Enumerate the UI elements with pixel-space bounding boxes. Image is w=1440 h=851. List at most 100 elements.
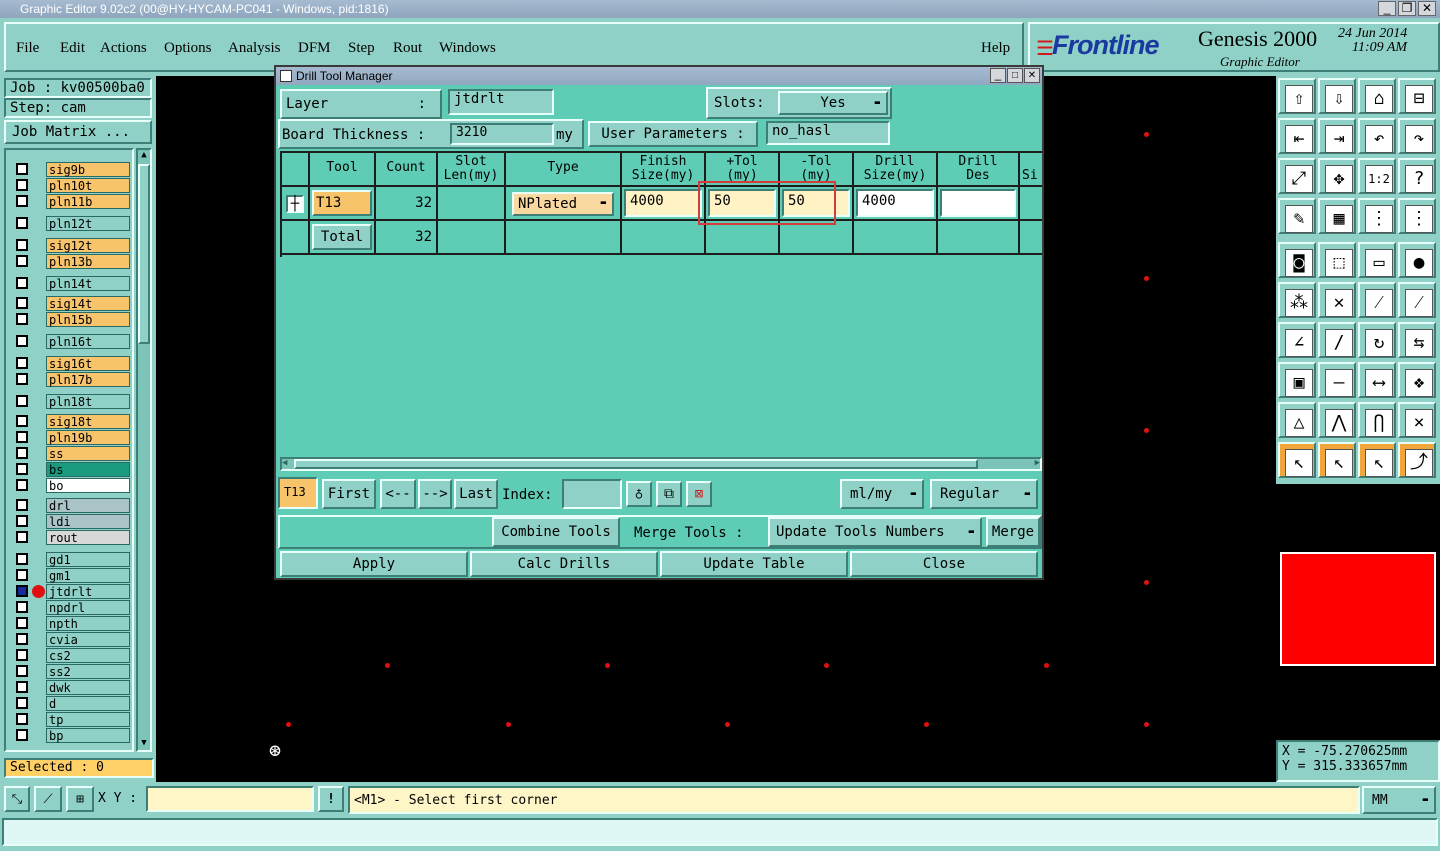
help-button[interactable]: ? [1398,158,1436,194]
dialog-close-icon[interactable]: ✕ [1024,68,1040,83]
board-thickness-field[interactable]: 3210 [450,123,554,145]
update-tools-numbers-dropdown[interactable]: Update Tools Numbers ▬ [768,517,982,547]
layer-down-button[interactable]: ⇩ [1318,78,1356,114]
menu-actions[interactable]: Actions [100,40,147,57]
apply-button[interactable]: Apply [280,551,468,577]
layer-name[interactable]: bs [46,462,130,477]
layer-name[interactable]: pln18t [46,394,130,409]
layer-name[interactable]: jtdrlt [46,584,130,599]
maximize-button[interactable]: ❐ [1398,1,1416,16]
menu-file[interactable]: File [16,40,39,57]
layer-name[interactable]: rout [46,530,130,545]
bulb-icon[interactable]: ♁ [626,481,652,507]
layer-name[interactable]: sig14t [46,296,130,311]
layer-row[interactable]: pln14t [12,276,130,291]
layer-checkbox[interactable] [16,713,28,725]
layer-checkbox[interactable] [16,195,28,207]
tool-cell[interactable]: T13 [312,190,372,216]
layer-checkbox[interactable] [16,665,28,677]
layer-row[interactable]: ss [12,446,130,461]
layer-row[interactable]: pln19b [12,430,130,445]
layer-checkbox[interactable] [16,601,28,613]
units-dropdown[interactable]: ml/my ▬ [840,479,924,509]
layer-row[interactable]: tp [12,712,130,727]
layer-name[interactable]: pln15b [46,312,130,327]
layer-name[interactable]: pln16t [46,334,130,349]
job-matrix-button[interactable]: Job Matrix ... [4,120,152,144]
layer-row[interactable]: dwk [12,680,130,695]
overview-viewport[interactable] [1280,552,1436,666]
layer-name[interactable]: npth [46,616,130,631]
grid-button[interactable]: ▦ [1318,198,1356,234]
scroll-left-icon[interactable]: ◀ [282,458,287,468]
layer-row[interactable]: npdrl [12,600,130,615]
layer-checkbox[interactable] [16,335,28,347]
layer-name[interactable]: ldi [46,514,130,529]
menu-windows[interactable]: Windows [439,40,496,57]
grid-snap-icon[interactable]: ⊞ [66,786,94,812]
layer-row[interactable]: pln17b [12,372,130,387]
close-window-button[interactable]: ✕ [1418,1,1436,16]
sort-icon[interactable]: ⧉ [656,481,682,507]
pointer-circle-button[interactable]: ↖ [1358,442,1396,478]
circle-button[interactable]: ● [1398,242,1436,278]
layer-row[interactable]: gm1 [12,568,130,583]
layer-checkbox[interactable] [16,531,28,543]
layer-checkbox[interactable] [16,681,28,693]
layer-name[interactable]: d [46,696,130,711]
merge-button[interactable]: Merge [986,517,1040,547]
connect-button[interactable]: ⁂ [1278,282,1316,318]
update-table-button[interactable]: Update Table [660,551,848,577]
layer-row[interactable]: bo [12,478,130,493]
layer-row[interactable]: cs2 [12,648,130,663]
node-button[interactable]: ▣ [1278,362,1316,398]
select-area-button[interactable]: ⬚ [1318,242,1356,278]
layer-checkbox[interactable] [16,515,28,527]
layer-row[interactable]: sig18t [12,414,130,429]
layer-row[interactable]: rout [12,530,130,545]
layer-checkbox[interactable] [16,499,28,511]
layer-checkbox[interactable] [16,479,28,491]
drill-size-field[interactable]: 4000 [856,189,934,217]
undo-button[interactable]: ↶ [1358,118,1396,154]
pen-button[interactable]: ✎ [1278,198,1316,234]
layer-checkbox[interactable] [16,373,28,385]
route-button[interactable]: ⤴ [1398,442,1436,478]
layer-name[interactable]: dwk [46,680,130,695]
layer-checkbox[interactable] [16,395,28,407]
layer-row[interactable]: pln10t [12,178,130,193]
delete-icon[interactable]: ⊠ [686,481,712,507]
close-button[interactable]: Close [850,551,1038,577]
total-label[interactable]: Total [312,224,372,250]
measure-icon[interactable]: ⟋ [34,786,62,812]
layer-row[interactable]: pln11b [12,194,130,209]
menu-options[interactable]: Options [164,40,212,57]
user-parameters-button[interactable]: User Parameters : [588,121,758,147]
layer-field[interactable]: jtdrlt [448,89,554,115]
layer-checkbox[interactable] [16,463,28,475]
units-mm-dropdown[interactable]: MM ▬ [1362,786,1436,814]
calc-drills-button[interactable]: Calc Drills [470,551,658,577]
layer-name[interactable]: npdrl [46,600,130,615]
expand-icon[interactable]: ┼ [286,195,304,213]
layer-row[interactable]: sig12t [12,238,130,253]
next-button[interactable]: --> [418,479,452,509]
layer-row[interactable]: pln16t [12,334,130,349]
layer-row[interactable]: pln18t [12,394,130,409]
layer-name[interactable]: pln17b [46,372,130,387]
line-button[interactable]: / [1318,322,1356,358]
fit-button[interactable]: ⤢ [1278,158,1316,194]
snap-alt-button[interactable]: ⋮ [1398,198,1436,234]
xy-input[interactable] [146,786,314,812]
layer-checkbox[interactable] [16,633,28,645]
slots-dropdown[interactable]: Yes ▬ [778,91,888,115]
move-out-button[interactable]: ⇥ [1318,118,1356,154]
layer-name[interactable]: sig12t [46,238,130,253]
layer-name[interactable]: pln19b [46,430,130,445]
menu-step[interactable]: Step [348,40,375,57]
point-button[interactable]: ⁄ [1358,282,1396,318]
layer-row[interactable]: sig9b [12,162,130,177]
layer-checkbox[interactable] [16,217,28,229]
first-button[interactable]: First [322,479,376,509]
layer-name[interactable]: cvia [46,632,130,647]
